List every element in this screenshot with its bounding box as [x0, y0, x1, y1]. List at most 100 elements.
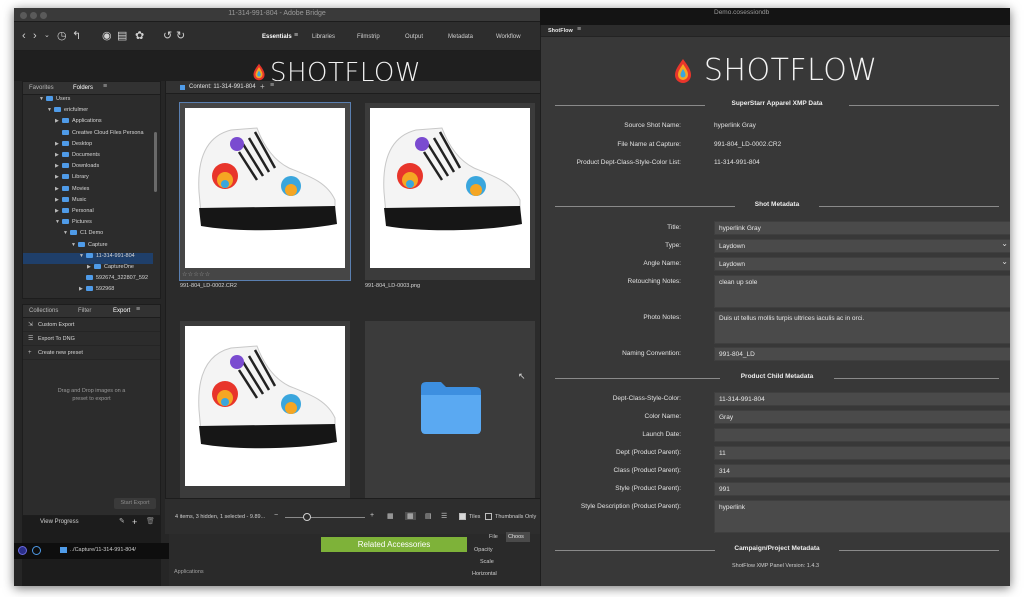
folder-tree-item[interactable]: ▶ Desktop: [23, 140, 92, 152]
start-export-button[interactable]: Start Export: [114, 498, 156, 509]
type-select[interactable]: Laydown: [714, 239, 1010, 253]
disclosure-closed-icon[interactable]: ▶: [55, 208, 62, 214]
zoom-out-icon[interactable]: −: [274, 512, 278, 519]
folder-tree-item[interactable]: ▶ Library: [23, 174, 89, 185]
thumbnail-cr2[interactable]: ☆☆☆☆☆ 991-804_LD-0002.CR2: [179, 102, 351, 289]
disclosure-closed-icon[interactable]: ▶: [55, 118, 62, 124]
disclosure-closed-icon[interactable]: ▶: [55, 163, 62, 169]
panel-menu-icon[interactable]: ≡: [577, 26, 581, 33]
disclosure-closed-icon[interactable]: ▶: [55, 174, 62, 180]
workspace-essentials[interactable]: Essentials: [262, 34, 292, 40]
title-field[interactable]: hyperlink Gray: [714, 221, 1010, 235]
style-description-field[interactable]: hyperlink: [714, 500, 1010, 533]
disclosure-closed-icon[interactable]: ▶: [87, 264, 94, 270]
folder-tree-item-selected[interactable]: ▼ 11-314-991-804: [23, 252, 153, 264]
disclosure-open-icon[interactable]: ▼: [55, 219, 62, 225]
choose-file-button[interactable]: Choos: [506, 532, 530, 542]
thumbnail-image-3[interactable]: [180, 321, 350, 498]
add-icon[interactable]: +: [132, 516, 137, 528]
disclosure-closed-icon[interactable]: ▶: [55, 152, 62, 158]
disclosure-open-icon[interactable]: ▼: [63, 230, 70, 236]
open-in-camera-raw-icon[interactable]: ✿: [135, 30, 144, 42]
thumbnail-size-slider-knob[interactable]: [303, 513, 311, 521]
thumbnail-size-slider[interactable]: [285, 517, 365, 518]
view-details-icon[interactable]: ▤: [425, 512, 432, 520]
folder-tree-item[interactable]: ▼ Pictures: [23, 219, 92, 230]
panel-menu-icon[interactable]: ≡: [103, 83, 107, 90]
naming-convention-field[interactable]: 991-804_LD: [714, 347, 1010, 361]
photo-notes-field[interactable]: Duis ut tellus mollis turpis ultrices ia…: [714, 311, 1010, 344]
thumbnail-png[interactable]: 991-804_LD-0003.png: [365, 103, 535, 289]
style-field[interactable]: 991: [714, 482, 1010, 496]
workspace-output[interactable]: Output: [405, 34, 423, 40]
zoom-in-icon[interactable]: +: [370, 512, 374, 519]
tiles-checkbox[interactable]: [459, 513, 466, 520]
tab-folders[interactable]: Folders: [73, 85, 93, 91]
view-list-icon[interactable]: ☰: [441, 512, 447, 520]
workspace-filmstrip[interactable]: Filmstrip: [357, 34, 380, 40]
folder-tree-item[interactable]: ▶ Applications: [23, 118, 102, 129]
grid-lock-icon[interactable]: ▦: [387, 512, 394, 520]
camera-icon[interactable]: ◉: [102, 30, 112, 42]
folder-tree-item[interactable]: ▶ Personal: [23, 208, 94, 219]
view-thumbnails-icon[interactable]: ▦: [405, 512, 416, 520]
folder-tree-item[interactable]: ▶ CaptureOne: [23, 264, 134, 275]
retouching-notes-field[interactable]: clean up sole: [714, 275, 1010, 308]
angle-name-select[interactable]: Laydown: [714, 257, 1010, 271]
shotflow-panel-tab[interactable]: ShotFlow: [548, 28, 573, 34]
disclosure-closed-icon[interactable]: ▶: [55, 186, 62, 192]
tab-filter[interactable]: Filter: [78, 308, 91, 314]
disclosure-open-icon[interactable]: ▼: [79, 253, 86, 259]
disclosure-closed-icon[interactable]: ▶: [55, 141, 62, 147]
dept-field[interactable]: 11: [714, 446, 1010, 460]
tab-export[interactable]: Export: [113, 308, 130, 314]
folder-tree-item[interactable]: ▼ Capture: [23, 241, 108, 253]
back-arrow-icon[interactable]: ‹: [22, 30, 26, 42]
return-icon[interactable]: ↰: [72, 30, 81, 42]
add-tab-icon[interactable]: +: [260, 82, 265, 91]
export-item-dng[interactable]: ☰ Export To DNG: [23, 333, 160, 346]
thumbnails-only-checkbox[interactable]: [485, 513, 492, 520]
folder-tree-item[interactable]: ▶ 592968: [23, 286, 114, 297]
forward-arrow-icon[interactable]: ›: [33, 30, 37, 42]
launch-date-field[interactable]: [714, 428, 1010, 442]
chevron-down-icon[interactable]: ⌄: [44, 30, 50, 42]
rotate-right-icon[interactable]: ↻: [176, 30, 185, 42]
folder-tree-item[interactable]: 592674_322807_592: [23, 275, 148, 286]
folder-tree-item[interactable]: ▼ Users: [23, 96, 70, 107]
workspace-metadata[interactable]: Metadata: [448, 34, 473, 40]
refine-icon[interactable]: ▤: [117, 30, 127, 42]
panel-menu-icon[interactable]: ≡: [270, 82, 274, 89]
tab-favorites[interactable]: Favorites: [29, 85, 54, 91]
rating-stars[interactable]: ☆☆☆☆☆: [182, 271, 210, 278]
disclosure-open-icon[interactable]: ▼: [39, 96, 46, 102]
folder-tree-item[interactable]: ▶ Music: [23, 196, 86, 208]
create-new-preset-button[interactable]: + Create new preset: [23, 347, 160, 360]
class-field[interactable]: 314: [714, 464, 1010, 478]
folder-tree-item[interactable]: ▼ ericfulmer: [23, 107, 88, 118]
folder-tree-item[interactable]: ▼ C1 Demo: [23, 230, 103, 241]
disclosure-open-icon[interactable]: ▼: [47, 107, 54, 113]
workspace-workflow[interactable]: Workflow: [496, 34, 521, 40]
rotate-left-icon[interactable]: ↺: [163, 30, 172, 42]
folder-tree-item[interactable]: ▶ Downloads: [23, 163, 99, 174]
tab-collections[interactable]: Collections: [29, 308, 58, 314]
folder-tree-scrollbar[interactable]: [154, 132, 157, 192]
workspace-menu-icon[interactable]: ≡: [294, 32, 298, 39]
export-item-custom-export[interactable]: ⇲ Custom Export: [23, 319, 160, 332]
panel-menu-icon[interactable]: ≡: [136, 306, 140, 313]
disclosure-open-icon[interactable]: ▼: [71, 242, 78, 248]
folder-tree-item[interactable]: ▶ Documents: [23, 152, 100, 163]
dept-class-style-color-field[interactable]: 11-314-991-804: [714, 392, 1010, 406]
thumbnail-folder[interactable]: ↖: [365, 321, 535, 498]
folder-tree-item[interactable]: ▶ Movies: [23, 185, 89, 197]
trash-icon[interactable]: 🗑: [146, 516, 155, 528]
folder-tree-item[interactable]: Creative Cloud Files Persona: [23, 129, 144, 141]
color-name-field[interactable]: Gray: [714, 410, 1010, 424]
workspace-libraries[interactable]: Libraries: [312, 34, 335, 40]
view-progress-button[interactable]: View Progress: [40, 516, 79, 528]
disclosure-closed-icon[interactable]: ▶: [55, 197, 62, 203]
recent-files-icon[interactable]: ◷: [57, 30, 67, 42]
disclosure-closed-icon[interactable]: ▶: [79, 286, 86, 292]
pencil-icon[interactable]: ✎: [119, 516, 125, 528]
